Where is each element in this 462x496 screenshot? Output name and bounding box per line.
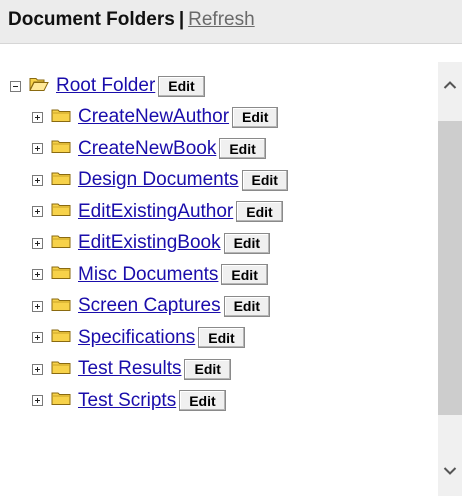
tree-item-link[interactable]: EditExistingAuthor [78,201,233,223]
chevron-up-icon [443,81,457,89]
edit-button[interactable]: Edit [221,264,268,285]
folder-closed-icon [51,359,71,380]
tree-item-link[interactable]: Specifications [78,327,195,349]
tree-item-link[interactable]: Screen Captures [78,295,221,317]
expand-toggle-icon[interactable] [32,395,43,406]
tree-row: CreateNewBook Edit [32,137,266,161]
folder-closed-icon [51,170,71,191]
vertical-scrollbar[interactable] [438,62,462,496]
edit-button[interactable]: Edit [219,138,266,159]
panel-title: Document Folders [8,9,175,30]
panel-header: Document Folders | Refresh [0,0,462,44]
tree-item-link[interactable]: CreateNewAuthor [78,106,229,128]
scroll-up-button[interactable] [438,72,462,98]
tree-row: EditExistingBook Edit [32,231,271,255]
folder-tree: Root Folder Edit CreateNewAuthor Edit Crea… [0,44,438,496]
edit-button[interactable]: Edit [223,295,271,317]
tree-item-link[interactable]: Test Scripts [78,390,176,412]
expand-toggle-icon[interactable] [32,269,43,280]
tree-item-link[interactable]: Design Documents [78,169,239,191]
folder-closed-icon [51,201,71,222]
folder-closed-icon [51,233,71,254]
tree-row: Design Documents Edit [32,168,288,192]
tree-row: Specifications Edit [32,326,245,350]
tree-row: CreateNewAuthor Edit [32,105,279,129]
expand-toggle-icon[interactable] [32,174,43,186]
chevron-down-icon [443,467,457,475]
edit-button[interactable]: Edit [241,169,288,191]
tree-item-link[interactable]: CreateNewBook [78,138,216,160]
expand-toggle-icon[interactable] [32,363,43,375]
tree-row-root: Root Folder Edit [10,74,205,98]
refresh-link[interactable]: Refresh [188,9,255,30]
edit-button[interactable]: Edit [184,358,231,380]
folder-closed-icon [51,296,71,317]
collapse-toggle-icon[interactable] [10,80,21,92]
scrollbar-thumb[interactable] [438,121,462,415]
tree-item-link[interactable]: Root Folder [56,75,155,97]
expand-toggle-icon[interactable] [32,111,43,123]
expand-toggle-icon[interactable] [32,237,43,249]
header-separator: | [178,9,185,30]
tree-row: EditExistingAuthor Edit [32,200,283,224]
folder-open-icon [29,76,49,97]
edit-button[interactable]: Edit [223,232,271,254]
scroll-down-button[interactable] [438,458,462,484]
tree-row: Misc Documents Edit [32,263,268,287]
folder-closed-icon [51,107,71,128]
tree-row: Screen Captures Edit [32,294,271,318]
edit-button[interactable]: Edit [198,327,245,348]
tree-row: Test Results Edit [32,357,231,381]
folder-closed-icon [51,138,71,159]
expand-toggle-icon[interactable] [32,300,43,312]
folder-closed-icon [51,390,71,411]
edit-button[interactable]: Edit [158,75,205,97]
tree-item-link[interactable]: Misc Documents [78,264,218,286]
edit-button[interactable]: Edit [232,106,279,128]
expand-toggle-icon[interactable] [32,206,43,217]
expand-toggle-icon[interactable] [32,143,43,154]
tree-item-link[interactable]: EditExistingBook [78,232,221,254]
folder-closed-icon [51,327,71,348]
edit-button[interactable]: Edit [179,390,226,411]
edit-button[interactable]: Edit [236,201,283,222]
tree-item-link[interactable]: Test Results [78,358,181,380]
tree-row: Test Scripts Edit [32,389,226,413]
folder-closed-icon [51,264,71,285]
expand-toggle-icon[interactable] [32,332,43,343]
